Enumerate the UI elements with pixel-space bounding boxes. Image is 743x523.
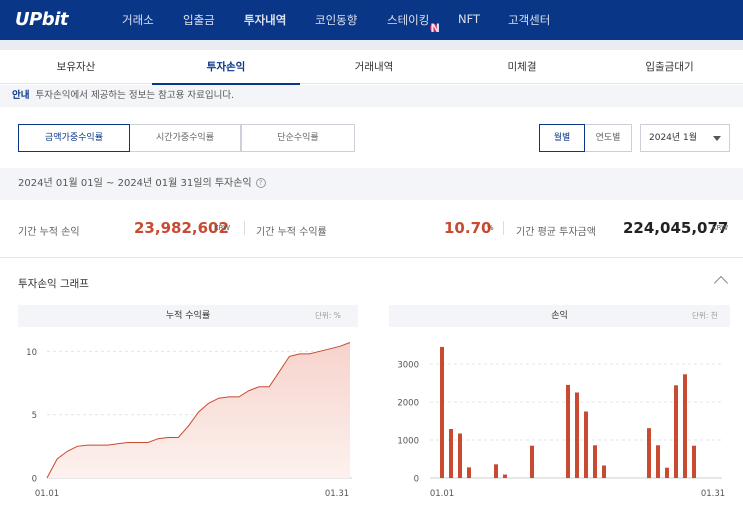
x-tick-label: 01.01 [35, 489, 59, 499]
profit-summary: 기간 누적 손익 23,982,602 KRW 기간 누적 수익률 10.70 … [0, 200, 743, 258]
nav-item-label: 거래소 [122, 13, 154, 27]
pnl-chart-title: 손익 [389, 305, 730, 327]
cum-rate-label: 기간 누적 수익률 [256, 227, 327, 238]
avg-invest-label: 기간 평균 투자금액 [516, 227, 596, 238]
graph-section-title: 투자손익 그래프 [18, 278, 89, 290]
profit-bar [458, 433, 462, 478]
cum-rate-value: 10.70 [444, 219, 492, 237]
profit-loss-chart: 0 1000 2000 3000 01.01 01.31 [397, 346, 725, 499]
month-select-value: 2024년 1월 [649, 133, 698, 143]
profit-bar [449, 429, 453, 478]
chevron-up-icon[interactable] [713, 275, 729, 291]
profit-bar [683, 374, 687, 478]
nav-item-label: 투자내역 [244, 13, 287, 27]
x-tick-label: 01.01 [430, 489, 454, 499]
y-tick-label: 2000 [397, 399, 419, 409]
period-range: 2024년 01월 01일 ~ 2024년 01월 31일의 투자손익? [0, 168, 743, 200]
nav-item[interactable]: 스테이킹N [387, 12, 440, 34]
nav-item-label: 입출금 [183, 13, 215, 27]
month-select[interactable]: 2024년 1월 [640, 124, 730, 152]
nav-item[interactable]: 거래소 [122, 12, 154, 28]
cum-profit-unit: KRW [214, 224, 231, 232]
summary-divider [244, 221, 245, 235]
profit-bar [593, 445, 597, 478]
cum-profit-label: 기간 누적 손익 [18, 227, 80, 238]
nav-item-label: NFT [458, 12, 481, 26]
cumulative-return-area [47, 342, 350, 478]
avg-invest-unit: KRW [712, 224, 729, 232]
profit-bar [602, 465, 606, 478]
cum-rate-chart-title: 누적 수익률 [18, 305, 358, 327]
new-badge: N [430, 21, 440, 35]
tab-item[interactable]: 보유자산 [0, 50, 152, 84]
profit-bar [656, 445, 660, 478]
nav-item-label: 고객센터 [508, 13, 551, 27]
profit-bar [494, 464, 498, 478]
top-navigation-bar: UPbit 거래소 입출금 투자내역 코인동향 스테이킹N NFT 고객센터 [0, 0, 743, 40]
cumulative-return-chart: 0 5 10 01.01 01.31 [26, 342, 352, 499]
profit-bar [503, 474, 507, 478]
cum-rate-unit: % [487, 224, 494, 232]
profit-bar [584, 411, 588, 478]
profit-bar [647, 428, 651, 478]
notice-bar: 안내 투자손익에서 제공하는 정보는 참고용 자료입니다. [0, 85, 743, 107]
profit-bar [566, 384, 570, 478]
x-tick-label: 01.31 [701, 489, 725, 499]
header-spacer [0, 40, 743, 50]
summary-divider [503, 221, 504, 235]
profit-bar [467, 467, 471, 478]
return-type-button[interactable]: 단순수익률 [241, 124, 355, 152]
nav-item-label: 스테이킹 [387, 13, 430, 27]
chevron-down-icon [713, 136, 721, 141]
tab-item[interactable]: 미체결 [448, 50, 596, 84]
profit-bar [674, 385, 678, 478]
profit-bar [530, 445, 534, 478]
profit-bar [575, 392, 579, 478]
y-tick-label: 3000 [397, 361, 419, 371]
y-tick-label: 0 [414, 475, 419, 485]
tab-item[interactable]: 입출금대기 [596, 50, 743, 84]
period-type-button[interactable]: 월별 [539, 124, 585, 152]
return-type-button[interactable]: 금액가중수익률 [18, 124, 130, 152]
notice-tag: 안내 [12, 90, 30, 101]
nav-item[interactable]: 코인동향 [315, 12, 357, 28]
profit-bar [665, 467, 669, 478]
profit-bar [440, 346, 444, 478]
cum-rate-chart-unit: 단위: % [315, 311, 341, 320]
y-tick-label: 0 [32, 475, 37, 485]
nav-item[interactable]: NFT [458, 12, 480, 26]
main-nav: 거래소 입출금 투자내역 코인동향 스테이킹N NFT 고객센터 [0, 0, 743, 40]
y-tick-label: 1000 [397, 437, 419, 447]
tab-item[interactable]: 거래내역 [300, 50, 448, 84]
period-range-text: 2024년 01월 01일 ~ 2024년 01월 31일의 투자손익 [18, 178, 252, 189]
profit-bar [692, 445, 696, 478]
tab-item[interactable]: 투자손익 [152, 50, 300, 85]
x-tick-label: 01.31 [325, 489, 349, 499]
nav-item[interactable]: 투자내역 [244, 12, 286, 28]
y-tick-label: 5 [32, 411, 37, 421]
nav-item[interactable]: 입출금 [183, 12, 215, 28]
pnl-chart-unit: 단위: 천 [692, 311, 718, 320]
nav-item[interactable]: 고객센터 [508, 12, 550, 28]
investment-tabs: 보유자산 투자손익 거래내역 미체결 입출금대기 [0, 50, 743, 85]
help-icon[interactable]: ? [255, 178, 266, 188]
notice-text: 투자손익에서 제공하는 정보는 참고용 자료입니다. [35, 90, 235, 101]
y-tick-label: 10 [26, 348, 37, 358]
period-type-button[interactable]: 연도별 [584, 124, 632, 152]
nav-item-label: 코인동향 [315, 13, 358, 27]
return-type-button[interactable]: 시간가중수익률 [129, 124, 241, 152]
